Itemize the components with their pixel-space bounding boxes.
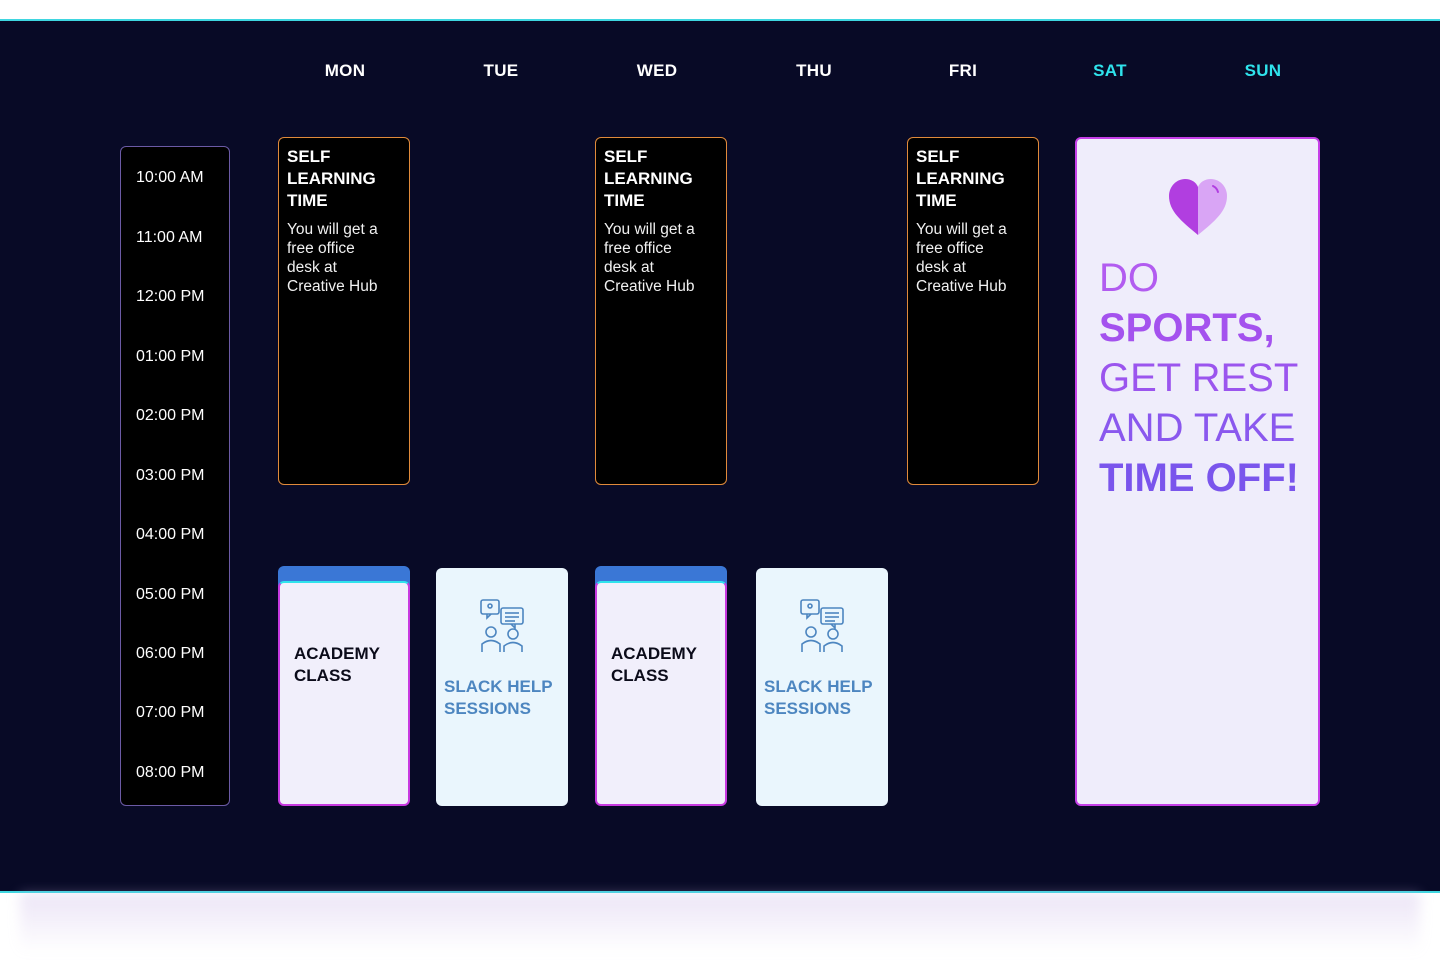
time-label: 12:00 PM xyxy=(136,288,205,305)
time-column: 10:00 AM 11:00 AM 12:00 PM 01:00 PM 02:0… xyxy=(120,146,230,806)
day-header-sat: SAT xyxy=(1093,61,1127,80)
day-header-mon: MON xyxy=(324,61,366,80)
weekly-schedule-board: MON TUE WED THU FRI SAT SUN 10:00 AM 11:… xyxy=(0,19,1440,893)
academy-class-block-mon[interactable]: ACADEMY CLASS xyxy=(278,566,410,806)
event-title: SLACK HELP SESSIONS xyxy=(444,677,553,718)
time-label: 10:00 AM xyxy=(136,169,204,186)
time-label: 05:00 PM xyxy=(136,586,205,603)
event-card: ACADEMY CLASS xyxy=(278,581,410,806)
event-title: SLACK HELP SESSIONS xyxy=(764,677,873,718)
time-label: 04:00 PM xyxy=(136,526,205,543)
self-learning-block-mon[interactable]: SELF LEARNING TIME You will get a free o… xyxy=(278,137,410,485)
self-learning-block-fri[interactable]: SELF LEARNING TIME You will get a free o… xyxy=(907,137,1039,485)
event-description: You will get a free office desk at Creat… xyxy=(604,221,695,295)
day-header-sun: SUN xyxy=(1244,61,1282,80)
day-header-fri: FRI xyxy=(948,61,978,80)
heart-icon xyxy=(1169,179,1227,235)
weekend-block[interactable]: DO SPORTS, GET REST AND TAKE TIME OFF! xyxy=(1075,137,1320,806)
time-label: 08:00 PM xyxy=(136,764,205,781)
time-label: 07:00 PM xyxy=(136,704,205,721)
weekend-motto: DO SPORTS, GET REST AND TAKE TIME OFF! xyxy=(1099,256,1299,500)
slack-help-block-thu[interactable]: SLACK HELP SESSIONS xyxy=(756,568,888,806)
academy-class-block-wed[interactable]: ACADEMY CLASS xyxy=(595,566,727,806)
event-title: SELF LEARNING TIME xyxy=(287,147,376,210)
time-label: 02:00 PM xyxy=(136,407,205,424)
time-label: 06:00 PM xyxy=(136,645,205,662)
day-header-thu: THU xyxy=(796,61,832,80)
time-label: 01:00 PM xyxy=(136,348,205,365)
event-description: You will get a free office desk at Creat… xyxy=(287,221,378,295)
event-title: SELF LEARNING TIME xyxy=(604,147,693,210)
slack-help-block-tue[interactable]: SLACK HELP SESSIONS xyxy=(436,568,568,806)
board-shadow xyxy=(20,893,1420,953)
time-label: 03:00 PM xyxy=(136,467,205,484)
self-learning-block-wed[interactable]: SELF LEARNING TIME You will get a free o… xyxy=(595,137,727,485)
help-session-icon xyxy=(480,599,524,652)
day-header-tue: TUE xyxy=(483,61,519,80)
event-description: You will get a free office desk at Creat… xyxy=(916,221,1007,295)
time-label: 11:00 AM xyxy=(136,229,203,246)
help-session-icon xyxy=(800,599,844,652)
event-title: ACADEMY CLASS xyxy=(611,644,697,685)
event-title: ACADEMY CLASS xyxy=(294,644,380,685)
event-title: SELF LEARNING TIME xyxy=(916,147,1005,210)
event-card: ACADEMY CLASS xyxy=(595,581,727,806)
day-header-wed: WED xyxy=(636,61,678,80)
